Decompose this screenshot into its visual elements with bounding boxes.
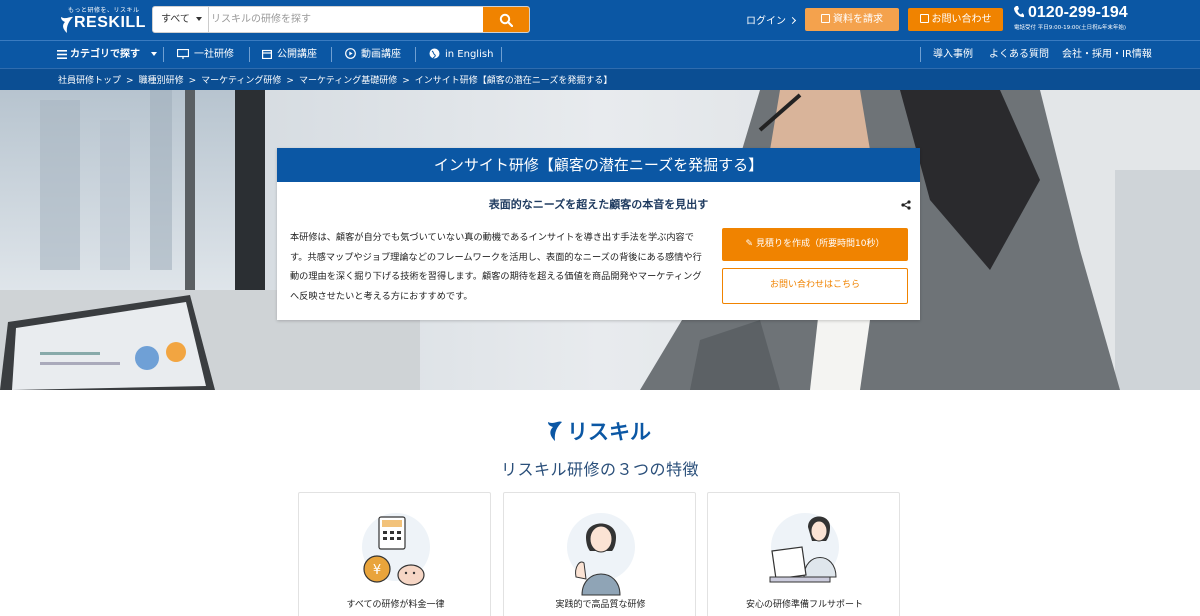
inquiry-button[interactable]: お問い合わせはこちら <box>722 268 908 304</box>
nav-item-label: 公開講座 <box>277 49 317 60</box>
nav-item-company[interactable]: 会社・採用・IR情報 <box>1062 41 1152 68</box>
nav-item-english[interactable]: in English <box>429 41 493 68</box>
feature-card-flat-price: ¥ すべての研修が料金一律 <box>298 492 491 616</box>
request-docs-button[interactable]: 資料を請求 <box>805 8 899 31</box>
search-input[interactable] <box>211 7 481 32</box>
nav-item-label: in English <box>445 49 494 60</box>
nav-divider <box>249 47 250 62</box>
search-category-select[interactable]: すべて <box>153 7 209 32</box>
hero-section: インサイト研修【顧客の潜在ニーズを発掘する】 表面的なニーズを超えた顧客の本音を… <box>0 90 1200 390</box>
search-button[interactable] <box>483 7 529 32</box>
phone-number: 0120-299-194 <box>1028 4 1128 21</box>
nav-item-label: 一社研修 <box>194 49 234 60</box>
nav-categories-dropdown[interactable]: カテゴリで探す <box>57 41 158 68</box>
globe-icon <box>429 48 440 59</box>
nav-item-faq[interactable]: よくある質問 <box>989 41 1049 68</box>
nav-divider <box>331 47 332 62</box>
feature-label: 実践的で高品質な研修 <box>555 600 646 610</box>
contact-label: お問い合わせ <box>931 14 992 25</box>
chevron-down-icon <box>151 52 158 56</box>
logo-tagline: もっと研修を、リスキル <box>68 7 140 14</box>
logo-text: RESKILL <box>74 14 146 31</box>
contact-button[interactable]: お問い合わせ <box>908 8 1003 31</box>
create-quote-button[interactable]: ✎ 見積りを作成（所要時間10秒） <box>722 228 908 261</box>
play-circle-icon <box>345 48 356 59</box>
instructor-icon <box>567 513 635 596</box>
breadcrumb-link[interactable]: 社員研修トップ <box>58 76 121 86</box>
login-link[interactable]: ログイン <box>746 12 797 27</box>
chevron-down-icon <box>196 17 202 21</box>
support-staff-icon <box>769 513 839 583</box>
nav-item-label: 会社・採用・IR情報 <box>1062 49 1152 60</box>
main-nav: カテゴリで探す 一社研修 公開講座 動画講座 in English 導入事例 よ… <box>0 40 1200 68</box>
nav-item-inhouse[interactable]: 一社研修 <box>177 41 234 68</box>
breadcrumb-link[interactable]: マーケティング基礎研修 <box>299 76 397 86</box>
nav-divider <box>501 47 502 62</box>
breadcrumb-separator: > <box>286 76 294 86</box>
nav-item-video-course[interactable]: 動画講座 <box>345 41 401 68</box>
feature-card-quality: 実践的で高品質な研修 <box>503 492 696 616</box>
reskill-mark-icon <box>548 421 562 441</box>
nav-divider <box>163 47 164 62</box>
course-info-card: インサイト研修【顧客の潜在ニーズを発掘する】 表面的なニーズを超えた顧客の本音を… <box>277 148 920 320</box>
nav-item-public-course[interactable]: 公開講座 <box>262 41 317 68</box>
features-title: リスキル研修の３つの特徴 <box>500 460 699 479</box>
create-quote-label: 見積りを作成（所要時間10秒） <box>756 239 885 249</box>
feature-card-support: 安心の研修準備フルサポート <box>707 492 900 616</box>
course-title: インサイト研修【顧客の潜在ニーズを発掘する】 <box>277 148 920 182</box>
breadcrumb-link[interactable]: 職種別研修 <box>139 76 184 86</box>
breadcrumb-current: インサイト研修【顧客の潜在ニーズを発掘する】 <box>414 76 613 86</box>
phone-hours: 電話受付 平日9:00-19:00(土日祝&年末年始) <box>1014 25 1127 31</box>
phone-number-row: 0120-299-194 <box>1014 4 1144 22</box>
course-subtitle: 表面的なニーズを超えた顧客の本音を見出す <box>488 198 709 211</box>
request-docs-label: 資料を請求 <box>833 14 883 25</box>
chevron-right-icon <box>788 16 797 25</box>
mail-icon <box>919 14 929 23</box>
breadcrumb-trail: 社員研修トップ > 職種別研修 > マーケティング研修 > マーケティング基礎研修 > インサイ… <box>58 73 612 86</box>
top-header: もっと研修を、リスキル RESKILL すべて ログイン 資料を請求 お問い合わ… <box>0 0 1200 40</box>
feature-label: すべての研修が料金一律 <box>346 600 445 610</box>
nav-item-label: 導入事例 <box>933 49 973 60</box>
phone-contact[interactable]: 0120-299-194 電話受付 平日9:00-19:00(土日祝&年末年始) <box>1014 4 1144 31</box>
nav-divider <box>920 47 921 62</box>
search-icon <box>499 13 513 27</box>
svg-text:¥: ¥ <box>373 563 381 578</box>
login-label: ログイン <box>746 16 786 27</box>
nav-item-case-studies[interactable]: 導入事例 <box>933 41 973 68</box>
calculator-coin-icon: ¥ <box>362 513 430 586</box>
breadcrumb: 社員研修トップ > 職種別研修 > マーケティング研修 > マーケティング基礎研修 > インサイ… <box>0 68 1200 90</box>
breadcrumb-link[interactable]: マーケティング研修 <box>201 76 281 86</box>
menu-icon <box>57 50 67 59</box>
presentation-icon <box>177 49 189 59</box>
reskill-logo[interactable]: もっと研修を、リスキル RESKILL <box>58 4 145 36</box>
feature-label: 安心の研修準備フルサポート <box>745 600 863 610</box>
nav-item-label: よくある質問 <box>989 49 1049 60</box>
reskill-brand: リスキル <box>545 416 655 444</box>
breadcrumb-separator: > <box>188 76 197 86</box>
calendar-icon <box>262 49 272 59</box>
nav-item-label: 動画講座 <box>361 49 401 60</box>
phone-icon <box>1014 6 1024 18</box>
breadcrumb-separator: > <box>402 76 410 86</box>
pencil-icon: ✎ <box>745 239 754 249</box>
search-bar: すべて <box>152 6 530 33</box>
nav-divider <box>415 47 416 62</box>
nav-categories-label: カテゴリで探す <box>70 49 140 60</box>
document-icon <box>821 14 830 23</box>
share-icon[interactable] <box>901 200 911 210</box>
search-category-label: すべて <box>161 14 190 25</box>
brand-name: リスキル <box>567 420 651 444</box>
course-description: 本研修は、顧客が自分でも気づいていない真の動機であるインサイトを導き出す手法を学… <box>290 232 702 302</box>
breadcrumb-separator: > <box>126 76 134 86</box>
